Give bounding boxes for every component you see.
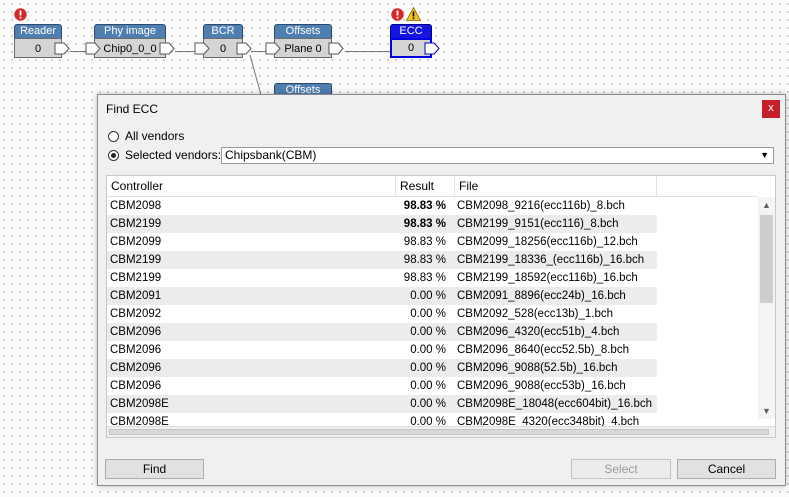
cell-result: 0.00 % [410, 308, 446, 320]
cell-controller: CBM2199 [110, 218, 162, 230]
output-port-icon[interactable] [54, 42, 70, 55]
horizontal-scrollbar[interactable] [107, 426, 775, 437]
cell-controller: CBM2096 [110, 326, 162, 338]
cell-result: 0.00 % [410, 380, 446, 392]
cell-controller: CBM2199 [110, 254, 162, 266]
cell-result: 98.83 % [403, 254, 446, 266]
warning-icon [405, 6, 422, 21]
node-value: Plane 0 [274, 38, 332, 58]
find-button[interactable]: Find [105, 459, 204, 479]
cell-controller: CBM2096 [110, 380, 162, 392]
output-port-icon[interactable] [159, 42, 175, 55]
column-header-controller[interactable]: Controller [107, 176, 396, 196]
scroll-up-icon[interactable]: ▲ [758, 198, 775, 212]
radio-all-vendors[interactable]: All vendors [108, 128, 184, 144]
table-row[interactable]: CBM2096 0.00 % CBM2096_4320(ecc51b)_4.bch [107, 323, 657, 341]
cell-result: 0.00 % [410, 398, 446, 410]
cell-controller: CBM2098E [110, 398, 169, 410]
cell-file: CBM2096_9088(52.5b)_16.bch [457, 362, 618, 374]
cell-controller: CBM2098 [110, 200, 162, 212]
radio-selected-vendors[interactable]: Selected vendors: [108, 147, 221, 163]
cell-result: 98.83 % [403, 200, 446, 212]
cancel-button[interactable]: Cancel [677, 459, 776, 479]
output-port-icon[interactable] [236, 42, 252, 55]
column-header-file[interactable]: File [455, 176, 657, 196]
chevron-down-icon[interactable]: ▼ [760, 148, 769, 163]
table-row[interactable]: CBM2096 0.00 % CBM2096_9088(52.5b)_16.bch [107, 359, 657, 377]
cell-result: 98.83 % [403, 236, 446, 248]
node-title: Phy image [94, 24, 166, 38]
table-row[interactable]: CBM2199 98.83 % CBM2199_18592(ecc116b)_16.… [107, 269, 657, 287]
cell-controller: CBM2096 [110, 344, 162, 356]
node-title: BCR [203, 24, 243, 38]
cell-file: CBM2098_9216(ecc116b)_8.bch [457, 200, 625, 212]
results-table: Controller Result File CBM2098 98.83 % CBM… [106, 175, 776, 438]
vertical-scrollbar[interactable]: ▲ ▼ [758, 197, 775, 419]
cell-result: 0.00 % [410, 344, 446, 356]
cell-file: CBM2096_4320(ecc51b)_4.bch [457, 326, 620, 338]
cell-file: CBM2199_9151(ecc116)_8.bch [457, 218, 619, 230]
input-port-icon[interactable] [194, 42, 210, 55]
table-row[interactable]: CBM2098 98.83 % CBM2098_9216(ecc116b)_8.bc… [107, 197, 657, 215]
cell-file: CBM2092_528(ecc13b)_1.bch [457, 308, 613, 320]
table-row[interactable]: CBM2092 0.00 % CBM2092_528(ecc13b)_1.bch [107, 305, 657, 323]
cell-file: CBM2091_8896(ecc24b)_16.bch [457, 290, 626, 302]
close-icon[interactable]: x [762, 100, 780, 118]
node-value: Chip0_0_0 [94, 38, 166, 58]
cell-controller: CBM2096 [110, 362, 162, 374]
scroll-down-icon[interactable]: ▼ [758, 404, 775, 418]
input-port-icon[interactable] [85, 42, 101, 55]
column-header-result[interactable]: Result [396, 176, 455, 196]
error-icon [14, 8, 27, 21]
vendor-select[interactable]: Chipsbank(CBM) ▼ [221, 147, 774, 164]
cell-result: 0.00 % [410, 290, 446, 302]
cell-file: CBM2199_18336_(ecc116b)_16.bch [457, 254, 645, 266]
cell-result: 0.00 % [410, 326, 446, 338]
table-body: CBM2098 98.83 % CBM2098_9216(ecc116b)_8.bc… [107, 197, 657, 431]
wire [345, 51, 390, 52]
table-row[interactable]: CBM2099 98.83 % CBM2099_18256(ecc116b)_12.… [107, 233, 657, 251]
table-header: Controller Result File [107, 176, 757, 197]
table-row[interactable]: CBM2098E 0.00 % CBM2098E_18048(ecc604bit)_… [107, 395, 657, 413]
table-row[interactable]: CBM2199 98.83 % CBM2199_9151(ecc116)_8.bch [107, 215, 657, 233]
vendor-select-value: Chipsbank(CBM) [225, 148, 317, 162]
node-title: ECC [390, 24, 432, 38]
table-row[interactable]: CBM2096 0.00 % CBM2096_8640(ecc52.5b)_8.bc… [107, 341, 657, 359]
node-title: Reader [14, 24, 62, 38]
cell-controller: CBM2199 [110, 272, 162, 284]
wire-branch [249, 55, 262, 95]
cell-controller: CBM2099 [110, 236, 162, 248]
cell-result: 98.83 % [403, 218, 446, 230]
find-ecc-dialog: Find ECC x All vendors Selected vendors:… [97, 94, 786, 486]
table-row[interactable]: CBM2199 98.83 % CBM2199_18336_(ecc116b)_16… [107, 251, 657, 269]
cell-file: CBM2098E_18048(ecc604bit)_16.bch [457, 398, 652, 410]
cell-file: CBM2096_8640(ecc52.5b)_8.bch [457, 344, 629, 356]
scrollbar-thumb[interactable] [760, 215, 773, 303]
radio-label: Selected vendors: [125, 148, 222, 162]
table-row[interactable]: CBM2096 0.00 % CBM2096_9088(ecc53b)_16.bch [107, 377, 657, 395]
dialog-title: Find ECC [106, 102, 159, 116]
output-port-icon[interactable] [424, 42, 440, 55]
output-port-icon[interactable] [328, 42, 344, 55]
cell-file: CBM2099_18256(ecc116b)_12.bch [457, 236, 638, 248]
cell-controller: CBM2091 [110, 290, 162, 302]
cell-file: CBM2096_9088(ecc53b)_16.bch [457, 380, 626, 392]
cell-result: 0.00 % [410, 362, 446, 374]
radio-circle-icon[interactable] [108, 149, 119, 161]
error-icon [391, 8, 404, 21]
cell-result: 98.83 % [403, 272, 446, 284]
cell-file: CBM2199_18592(ecc116b)_16.bch [457, 272, 638, 284]
scrollbar-thumb[interactable] [109, 429, 769, 435]
radio-circle-icon[interactable] [108, 130, 119, 142]
radio-label: All vendors [125, 129, 185, 143]
table-row[interactable]: CBM2091 0.00 % CBM2091_8896(ecc24b)_16.bch [107, 287, 657, 305]
node-title: Offsets [274, 24, 332, 38]
cell-controller: CBM2092 [110, 308, 162, 320]
select-button[interactable]: Select [571, 459, 671, 479]
input-port-icon[interactable] [265, 42, 281, 55]
